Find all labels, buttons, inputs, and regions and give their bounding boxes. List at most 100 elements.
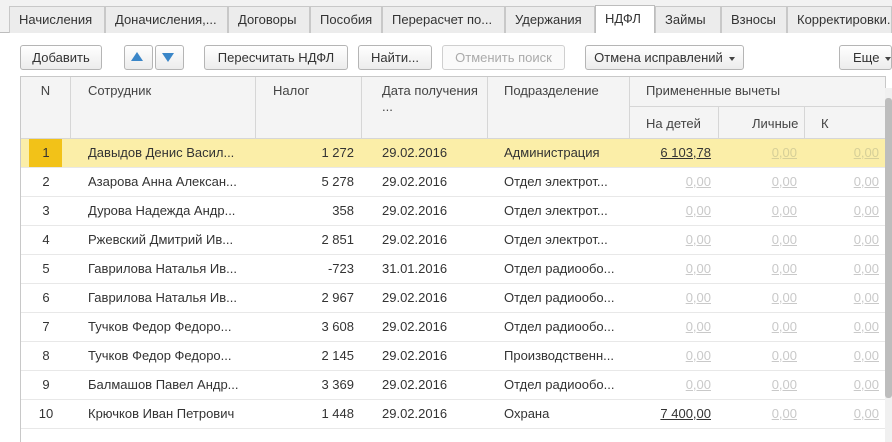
- vertical-scrollbar[interactable]: [885, 88, 892, 442]
- division-cell[interactable]: Отдел радиообо...: [488, 284, 630, 312]
- k-deduction-link[interactable]: 0,00: [854, 319, 879, 334]
- tax-cell[interactable]: 2 967: [256, 284, 362, 312]
- tab-loans[interactable]: Займы: [655, 6, 721, 33]
- k-deduction-link[interactable]: 0,00: [854, 174, 879, 189]
- scrollbar-thumb[interactable]: [885, 98, 892, 398]
- children-deduction-link[interactable]: 0,00: [686, 348, 711, 363]
- division-cell[interactable]: Охрана: [488, 400, 630, 428]
- tab-recalculation[interactable]: Перерасчет по...: [382, 6, 505, 33]
- personal-deduction-cell[interactable]: 0,00: [719, 313, 805, 341]
- division-cell[interactable]: Отдел электрот...: [488, 197, 630, 225]
- children-deduction-cell[interactable]: 0,00: [630, 197, 719, 225]
- employee-cell[interactable]: Тучков Федор Федоро...: [71, 342, 256, 370]
- tab-ndfl[interactable]: НДФЛ: [595, 5, 655, 33]
- personal-deduction-link[interactable]: 0,00: [772, 377, 797, 392]
- table-row[interactable]: 4 Ржевский Дмитрий Ив... 2 851 29.02.2016 От…: [21, 226, 885, 255]
- children-deduction-cell[interactable]: 0,00: [630, 255, 719, 283]
- table-row[interactable]: 8 Тучков Федор Федоро... 2 145 29.02.2016 Пр…: [21, 342, 885, 371]
- division-cell[interactable]: Отдел электрот...: [488, 168, 630, 196]
- header-n[interactable]: N: [21, 77, 71, 139]
- k-deduction-link[interactable]: 0,00: [854, 232, 879, 247]
- table-row[interactable]: 7 Тучков Федор Федоро... 3 608 29.02.2016 От…: [21, 313, 885, 342]
- tax-cell[interactable]: 3 369: [256, 371, 362, 399]
- tax-cell[interactable]: 1 448: [256, 400, 362, 428]
- date-cell[interactable]: 29.02.2016: [362, 197, 488, 225]
- children-deduction-link[interactable]: 0,00: [686, 377, 711, 392]
- date-cell[interactable]: 29.02.2016: [362, 313, 488, 341]
- k-deduction-link[interactable]: 0,00: [854, 203, 879, 218]
- children-deduction-link[interactable]: 6 103,78: [660, 145, 711, 160]
- date-cell[interactable]: 29.02.2016: [362, 168, 488, 196]
- table-row[interactable]: 10 Крючков Иван Петрович 1 448 29.02.2016 Ох…: [21, 400, 885, 429]
- date-cell[interactable]: 29.02.2016: [362, 226, 488, 254]
- tax-cell[interactable]: 2 851: [256, 226, 362, 254]
- tab-additional-accruals[interactable]: Доначисления,...: [105, 6, 228, 33]
- division-cell[interactable]: Производственн...: [488, 342, 630, 370]
- k-deduction-cell[interactable]: 0,00: [805, 342, 885, 370]
- k-deduction-link[interactable]: 0,00: [854, 145, 879, 160]
- header-personal[interactable]: Личные: [719, 107, 805, 139]
- employee-cell[interactable]: Тучков Федор Федоро...: [71, 313, 256, 341]
- employee-cell[interactable]: Гаврилова Наталья Ив...: [71, 255, 256, 283]
- k-deduction-link[interactable]: 0,00: [854, 261, 879, 276]
- k-deduction-cell[interactable]: 0,00: [805, 284, 885, 312]
- employee-cell[interactable]: Давыдов Денис Васил...: [71, 139, 256, 167]
- recalculate-ndfl-button[interactable]: Пересчитать НДФЛ: [204, 45, 348, 70]
- personal-deduction-link[interactable]: 0,00: [772, 203, 797, 218]
- children-deduction-cell[interactable]: 6 103,78: [630, 139, 719, 167]
- k-deduction-link[interactable]: 0,00: [854, 290, 879, 305]
- k-deduction-cell[interactable]: 0,00: [805, 226, 885, 254]
- children-deduction-cell[interactable]: 0,00: [630, 168, 719, 196]
- children-deduction-link[interactable]: 0,00: [686, 290, 711, 305]
- children-deduction-link[interactable]: 0,00: [686, 203, 711, 218]
- table-row[interactable]: 9 Балмашов Павел Андр... 3 369 29.02.2016 От…: [21, 371, 885, 400]
- division-cell[interactable]: Отдел радиообо...: [488, 313, 630, 341]
- personal-deduction-cell[interactable]: 0,00: [719, 284, 805, 312]
- children-deduction-link[interactable]: 0,00: [686, 232, 711, 247]
- table-row[interactable]: 5 Гаврилова Наталья Ив... -723 31.01.2016 От…: [21, 255, 885, 284]
- employee-cell[interactable]: Гаврилова Наталья Ив...: [71, 284, 256, 312]
- table-row[interactable]: 6 Гаврилова Наталья Ив... 2 967 29.02.2016 О…: [21, 284, 885, 313]
- k-deduction-link[interactable]: 0,00: [854, 348, 879, 363]
- cancel-corrections-dropdown[interactable]: Отмена исправлений: [585, 45, 744, 70]
- personal-deduction-cell[interactable]: 0,00: [719, 255, 805, 283]
- header-division[interactable]: Подразделение: [488, 77, 630, 139]
- personal-deduction-cell[interactable]: 0,00: [719, 197, 805, 225]
- division-cell[interactable]: Отдел радиообо...: [488, 255, 630, 283]
- more-dropdown[interactable]: Еще: [839, 45, 892, 70]
- personal-deduction-link[interactable]: 0,00: [772, 232, 797, 247]
- k-deduction-cell[interactable]: 0,00: [805, 139, 885, 167]
- division-cell[interactable]: Администрация: [488, 139, 630, 167]
- move-up-button[interactable]: [124, 45, 153, 70]
- k-deduction-cell[interactable]: 0,00: [805, 400, 885, 428]
- header-children[interactable]: На детей: [630, 107, 719, 139]
- date-cell[interactable]: 29.02.2016: [362, 371, 488, 399]
- tax-cell[interactable]: -723: [256, 255, 362, 283]
- tab-contracts[interactable]: Договоры: [228, 6, 310, 33]
- header-date[interactable]: Дата получения ...: [362, 77, 488, 139]
- personal-deduction-link[interactable]: 0,00: [772, 348, 797, 363]
- tax-cell[interactable]: 358: [256, 197, 362, 225]
- move-down-button[interactable]: [155, 45, 184, 70]
- table-row[interactable]: 1 Давыдов Денис Васил... 1 272 29.02.2016 Ад…: [21, 139, 885, 168]
- children-deduction-cell[interactable]: 0,00: [630, 226, 719, 254]
- employee-cell[interactable]: Балмашов Павел Андр...: [71, 371, 256, 399]
- tab-contributions[interactable]: Взносы: [721, 6, 787, 33]
- personal-deduction-link[interactable]: 0,00: [772, 145, 797, 160]
- date-cell[interactable]: 29.02.2016: [362, 342, 488, 370]
- tax-cell[interactable]: 3 608: [256, 313, 362, 341]
- date-cell[interactable]: 29.02.2016: [362, 139, 488, 167]
- personal-deduction-link[interactable]: 0,00: [772, 319, 797, 334]
- personal-deduction-cell[interactable]: 0,00: [719, 226, 805, 254]
- k-deduction-cell[interactable]: 0,00: [805, 197, 885, 225]
- tax-cell[interactable]: 1 272: [256, 139, 362, 167]
- personal-deduction-link[interactable]: 0,00: [772, 406, 797, 421]
- children-deduction-cell[interactable]: 0,00: [630, 342, 719, 370]
- header-tax[interactable]: Налог: [256, 77, 362, 139]
- children-deduction-cell[interactable]: 0,00: [630, 313, 719, 341]
- add-button[interactable]: Добавить: [20, 45, 102, 70]
- cancel-search-button[interactable]: Отменить поиск: [442, 45, 565, 70]
- table-row[interactable]: 3 Дурова Надежда Андр... 358 29.02.2016 Отде…: [21, 197, 885, 226]
- personal-deduction-cell[interactable]: 0,00: [719, 371, 805, 399]
- children-deduction-link[interactable]: 7 400,00: [660, 406, 711, 421]
